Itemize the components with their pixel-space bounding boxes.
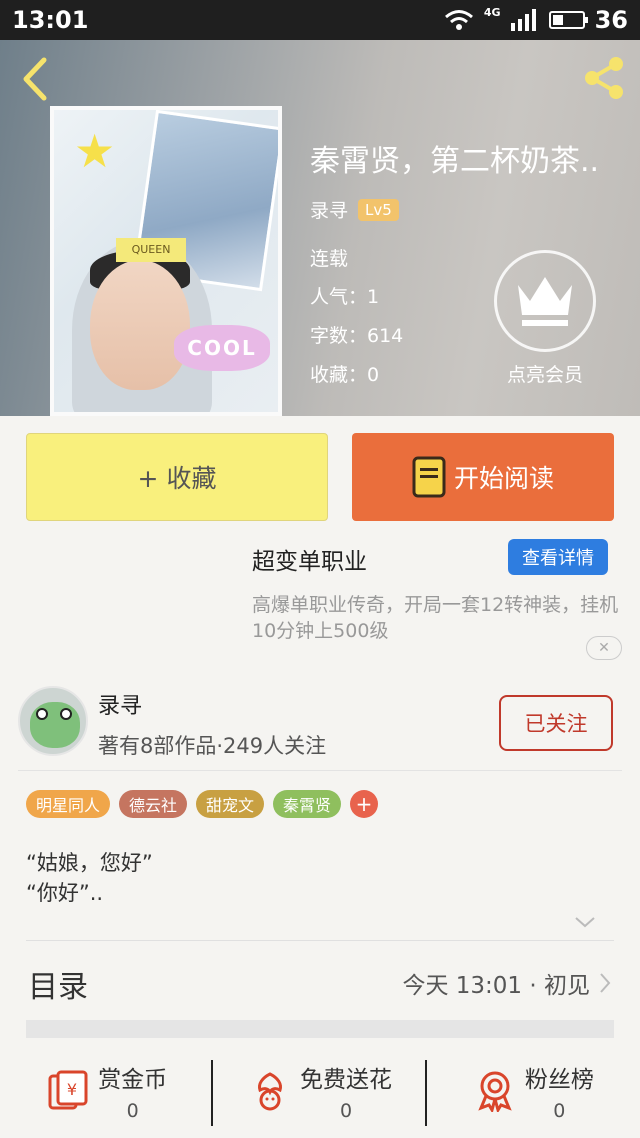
network-type: 4G — [483, 5, 501, 19]
latest-chapter-text: 今天 13:01 · 初见 — [402, 973, 590, 999]
fan-rank-button[interactable]: 粉丝榜 0 — [427, 1050, 640, 1138]
book-author[interactable]: 录寻 — [310, 196, 348, 223]
crown-sticker: QUEEN — [116, 238, 186, 262]
battery-icon — [548, 11, 588, 29]
word-count: 字数：614 — [310, 325, 404, 347]
wifi-icon — [444, 10, 473, 30]
reward-coin-label: 赏金币 — [98, 1067, 168, 1093]
chevron-down-icon[interactable] — [573, 910, 597, 934]
add-favorite-button[interactable]: + 收藏 — [26, 433, 328, 521]
ad-description[interactable]: 高爆单职业传奇，开局一套12转神装，挂机10分钟上500级 — [252, 592, 622, 644]
fan-rank-count: 0 — [553, 1100, 566, 1122]
star-sticker: ★ — [74, 124, 116, 178]
followed-button[interactable]: 已关注 — [499, 695, 613, 751]
flower-icon — [258, 1072, 282, 1111]
reward-coin-count: 0 — [126, 1100, 139, 1122]
divider — [26, 940, 614, 941]
chevron-right-icon — [600, 973, 611, 993]
tag-list: 明星同人 德云社 甜宠文 秦霄贤 + — [26, 790, 379, 818]
bottom-bar: ¥ 赏金币 0 免费送花 0 粉丝榜 0 — [0, 1050, 640, 1138]
status-time: 13:01 — [12, 6, 89, 34]
intro-line: “姑娘，您好” — [26, 851, 153, 875]
book-cover[interactable]: ★ QUEEN COOL — [50, 106, 282, 416]
book-icon — [412, 456, 446, 498]
favorite-count: 收藏：0 — [310, 364, 380, 386]
section-separator — [26, 1020, 614, 1038]
intro-line: “你好”.. — [26, 881, 104, 905]
status-bar: 13:01 4G 36 — [0, 0, 640, 40]
serial-status: 连载 — [310, 248, 349, 270]
book-author-row[interactable]: 录寻 Lv5 — [310, 196, 399, 223]
toc-title[interactable]: 目录 — [28, 962, 88, 1006]
avatar-eye-left — [36, 708, 48, 720]
vip-button[interactable]: 点亮会员 — [490, 250, 600, 387]
latest-chapter[interactable]: 今天 13:01 · 初见 — [402, 966, 612, 1000]
reward-coin-button[interactable]: ¥ 赏金币 0 — [0, 1050, 214, 1138]
popularity: 人气：1 — [310, 286, 380, 308]
add-tag-button[interactable]: + — [350, 790, 379, 818]
flower-count: 0 — [339, 1100, 353, 1122]
back-icon[interactable] — [14, 54, 54, 104]
tag-item[interactable]: 德云社 — [119, 790, 188, 818]
start-reading-label: 开始阅读 — [453, 464, 554, 493]
book-header: ★ QUEEN COOL 秦霄贤，第二杯奶茶.. 录寻 Lv5 连载 人气：1 … — [0, 40, 640, 416]
author-name[interactable]: 录寻 — [98, 688, 142, 720]
tag-item[interactable]: 明星同人 — [26, 790, 111, 818]
author-avatar[interactable] — [18, 686, 88, 756]
battery-level: 36 — [594, 6, 628, 34]
avatar-eye-right — [60, 708, 72, 720]
tag-item[interactable]: 秦霄贤 — [273, 790, 342, 818]
ad-close-icon[interactable]: ✕ — [586, 636, 622, 660]
book-title: 秦霄贤，第二杯奶茶.. — [310, 144, 600, 179]
divider — [18, 770, 622, 771]
svg-text:¥: ¥ — [67, 1080, 77, 1099]
start-reading-button[interactable]: 开始阅读 — [352, 433, 614, 521]
ad-details-button[interactable]: 查看详情 — [508, 539, 608, 575]
book-intro[interactable]: “姑娘，您好” “你好”.. — [26, 848, 153, 908]
medal-icon — [478, 1071, 512, 1112]
send-flower-button[interactable]: 免费送花 0 — [213, 1050, 427, 1138]
vip-label: 点亮会员 — [506, 364, 583, 386]
cool-sticker: COOL — [174, 325, 270, 371]
ad-title[interactable]: 超变单职业 — [252, 542, 367, 576]
tag-item[interactable]: 甜宠文 — [196, 790, 265, 818]
crown-icon — [494, 250, 596, 352]
fan-rank-label: 粉丝榜 — [524, 1067, 594, 1093]
share-icon[interactable] — [580, 54, 628, 102]
reward-coin-icon: ¥ — [48, 1070, 88, 1110]
cover-face — [90, 260, 190, 390]
signal-icon — [510, 9, 536, 31]
level-badge: Lv5 — [358, 198, 399, 221]
author-info: 著有8部作品·249人关注 — [98, 734, 327, 758]
send-flower-label: 免费送花 — [299, 1067, 392, 1093]
